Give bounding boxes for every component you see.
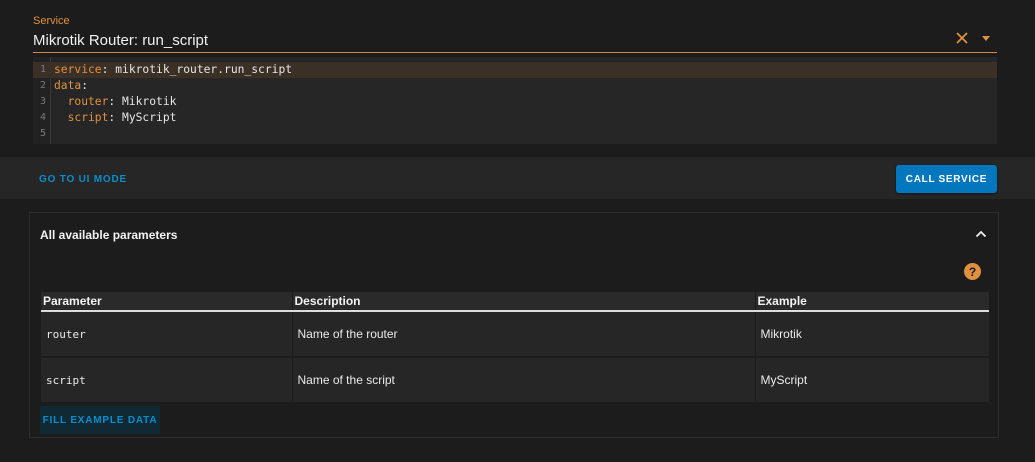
- editor-line: 1 service: mikrotik_router.run_script: [33, 62, 997, 78]
- param-example: Mikrotik: [754, 310, 989, 357]
- param-example: MyScript: [754, 356, 989, 402]
- param-description: Name of the script: [291, 356, 755, 402]
- service-label: Service: [33, 15, 70, 27]
- param-name: router: [41, 310, 292, 357]
- dropdown-arrow-icon[interactable]: [982, 36, 990, 41]
- editor-line: 5: [39, 128, 46, 139]
- table-header-row: Parameter Description Example: [41, 292, 989, 312]
- yaml-editor[interactable]: 1 service: mikrotik_router.run_script 2 …: [33, 57, 997, 144]
- header-description: Description: [291, 292, 755, 312]
- param-description: Name of the router: [291, 310, 755, 357]
- action-bar: GO TO UI MODE CALL SERVICE: [0, 157, 1035, 199]
- go-to-ui-mode-button[interactable]: GO TO UI MODE: [39, 174, 127, 185]
- editor-line: 4 script: MyScript: [39, 111, 177, 124]
- editor-line: 2 data:: [39, 79, 89, 92]
- service-selector[interactable]: Service Mikrotik Router: run_script: [33, 12, 997, 53]
- editor-line: 3 router: Mikrotik: [39, 95, 177, 108]
- param-name: script: [41, 356, 292, 402]
- fill-example-data-button[interactable]: FILL EXAMPLE DATA: [40, 406, 160, 434]
- table-row: script Name of the script MyScript: [41, 356, 989, 402]
- call-service-button[interactable]: CALL SERVICE: [896, 165, 997, 193]
- header-example: Example: [754, 292, 989, 312]
- header-parameter: Parameter: [41, 292, 292, 312]
- close-icon[interactable]: [954, 30, 970, 46]
- table-row: router Name of the router Mikrotik: [41, 310, 989, 357]
- parameters-panel: All available parameters ? Parameter Des…: [29, 212, 999, 438]
- panel-title[interactable]: All available parameters: [40, 228, 177, 242]
- help-icon[interactable]: ?: [964, 263, 981, 280]
- chevron-up-icon[interactable]: [974, 227, 988, 241]
- service-value[interactable]: Mikrotik Router: run_script: [33, 32, 208, 49]
- parameters-table: Parameter Description Example router Nam…: [41, 292, 989, 402]
